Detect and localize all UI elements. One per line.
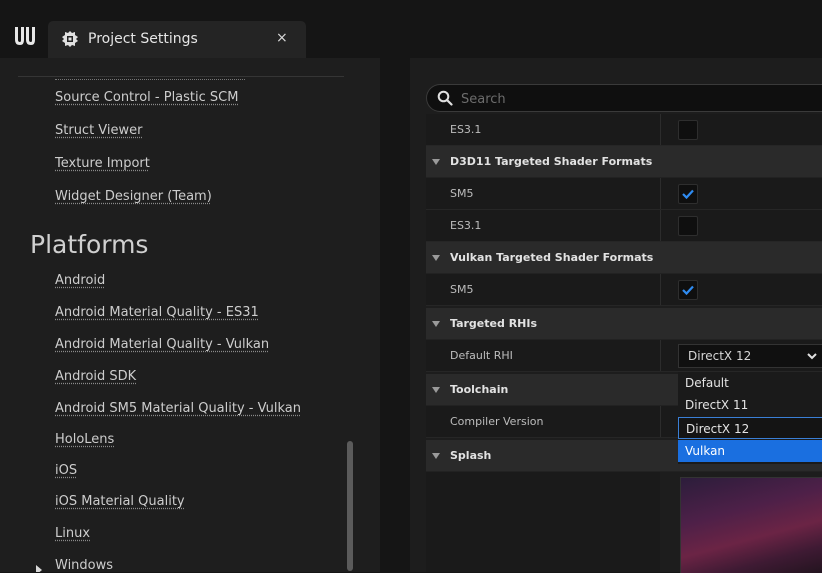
column-splitter[interactable] xyxy=(660,406,661,437)
column-splitter[interactable] xyxy=(660,274,661,305)
property-label: ES3.1 xyxy=(450,123,482,136)
property-row-vulkan-sm5: SM5 xyxy=(426,274,822,306)
column-splitter[interactable] xyxy=(660,114,661,145)
dropdown-value: DirectX 12 xyxy=(688,349,752,363)
d3d11-es31-checkbox[interactable] xyxy=(678,216,698,236)
collapse-arrow-icon[interactable] xyxy=(432,159,440,165)
column-splitter[interactable] xyxy=(660,340,661,371)
collapse-arrow-icon[interactable] xyxy=(432,453,440,459)
default-rhi-options-menu: Default DirectX 11 DirectX 12 Vulkan xyxy=(678,372,822,464)
option-label: DirectX 12 xyxy=(686,422,750,436)
property-row-es31: ES3.1 xyxy=(426,114,822,146)
tab-title: Project Settings xyxy=(88,31,198,47)
property-label: ES3.1 xyxy=(450,219,482,232)
collapse-arrow-icon[interactable] xyxy=(432,321,440,327)
property-label: SM5 xyxy=(450,187,474,200)
project-settings-tab[interactable]: Project Settings × xyxy=(48,21,306,58)
sidebar-item-ios-material-quality[interactable]: iOS Material Quality xyxy=(55,494,185,509)
search-input[interactable] xyxy=(459,87,803,111)
default-rhi-dropdown[interactable]: DirectX 12 xyxy=(678,344,822,368)
property-row-d3d11-es31: ES3.1 xyxy=(426,210,822,242)
option-default[interactable]: Default xyxy=(678,372,822,394)
search-box[interactable] xyxy=(426,84,822,112)
sidebar-item-linux[interactable]: Linux xyxy=(55,526,90,541)
sidebar-item-ios[interactable]: iOS xyxy=(55,463,77,478)
unreal-logo-icon[interactable] xyxy=(12,24,38,48)
sidebar-item-source-control[interactable]: Source Control - Plastic SCM xyxy=(55,90,238,105)
sidebar-item-windows[interactable]: Windows xyxy=(55,558,113,572)
sidebar-item-struct-viewer[interactable]: Struct Viewer xyxy=(55,123,143,138)
sidebar-item-android-sm5-mq-vulkan[interactable]: Android SM5 Material Quality - Vulkan xyxy=(55,401,301,416)
es31-checkbox[interactable] xyxy=(678,120,698,140)
property-label: Compiler Version xyxy=(450,415,544,428)
property-row-d3d11-sm5: SM5 xyxy=(426,178,822,210)
column-splitter[interactable] xyxy=(660,210,661,241)
settings-sidebar: Source Control - Plastic SCM Struct View… xyxy=(0,58,380,572)
property-label: SM5 xyxy=(450,283,474,296)
close-tab-button[interactable]: × xyxy=(276,30,288,46)
title-bar: Project Settings × xyxy=(0,0,822,58)
sidebar-item-texture-import[interactable]: Texture Import xyxy=(55,156,150,171)
clipped-sidebar-item xyxy=(55,75,245,80)
property-label: Default RHI xyxy=(450,349,513,362)
chevron-down-icon xyxy=(807,353,817,360)
sidebar-item-android[interactable]: Android xyxy=(55,273,105,288)
property-row-default-rhi: Default RHI DirectX 12 xyxy=(426,340,822,372)
option-label: Default xyxy=(685,376,729,390)
sidebar-scrollbar[interactable] xyxy=(347,441,353,571)
sidebar-item-android-mq-vulkan[interactable]: Android Material Quality - Vulkan xyxy=(55,337,269,352)
category-targeted-rhis[interactable]: Targeted RHIs xyxy=(426,308,822,340)
checkmark-icon xyxy=(682,285,694,296)
option-directx-12[interactable]: DirectX 12 xyxy=(678,417,822,439)
sidebar-item-android-mq-es31[interactable]: Android Material Quality - ES31 xyxy=(55,305,259,320)
expand-arrow-icon[interactable] xyxy=(36,565,42,572)
collapse-arrow-icon[interactable] xyxy=(432,387,440,393)
sidebar-item-widget-designer[interactable]: Widget Designer (Team) xyxy=(55,189,212,204)
category-label: Splash xyxy=(450,449,492,462)
option-label: DirectX 11 xyxy=(685,398,749,412)
checkmark-icon xyxy=(682,189,694,200)
column-splitter[interactable] xyxy=(660,178,661,209)
category-d3d11-shader-formats[interactable]: D3D11 Targeted Shader Formats xyxy=(426,146,822,178)
option-directx-11[interactable]: DirectX 11 xyxy=(678,394,822,416)
collapse-arrow-icon[interactable] xyxy=(432,255,440,261)
splash-image-preview[interactable] xyxy=(680,477,822,573)
platforms-heading: Platforms xyxy=(30,230,149,259)
sidebar-item-android-sdk[interactable]: Android SDK xyxy=(55,369,136,384)
option-label: Vulkan xyxy=(685,444,726,458)
option-vulkan[interactable]: Vulkan xyxy=(678,440,822,462)
category-vulkan-shader-formats[interactable]: Vulkan Targeted Shader Formats xyxy=(426,242,822,274)
panel-divider[interactable] xyxy=(380,58,410,572)
category-label: Targeted RHIs xyxy=(450,317,538,330)
search-icon xyxy=(437,90,453,106)
category-label: Toolchain xyxy=(450,383,509,396)
splash-property-area xyxy=(426,472,660,572)
d3d11-sm5-checkbox[interactable] xyxy=(678,184,698,204)
sidebar-item-hololens[interactable]: HoloLens xyxy=(55,432,114,447)
category-label: D3D11 Targeted Shader Formats xyxy=(450,155,653,168)
settings-cube-icon xyxy=(62,31,78,47)
vulkan-sm5-checkbox[interactable] xyxy=(678,280,698,300)
category-label: Vulkan Targeted Shader Formats xyxy=(450,251,654,264)
